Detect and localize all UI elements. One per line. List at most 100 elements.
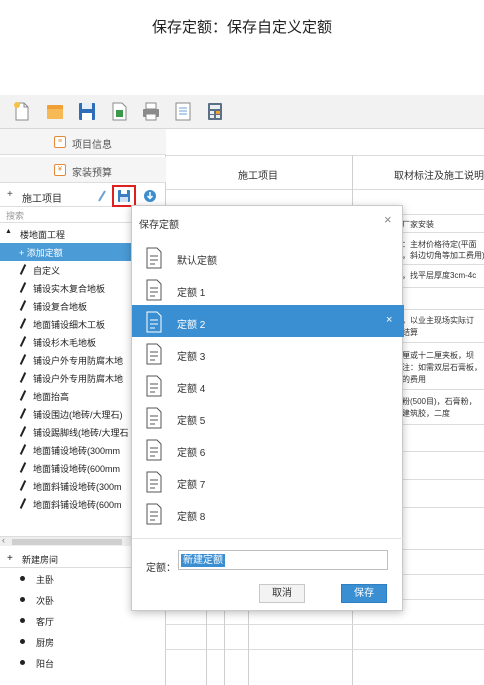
tree-item-label: 铺设踢脚线(地砖/大理石 [33, 428, 129, 438]
excel-icon[interactable] [109, 101, 129, 122]
pen-icon [19, 300, 27, 311]
page-title: 保存定额：保存自定义定额 [151, 19, 332, 36]
tree-item-label: 地面斜铺设地砖(300m [33, 482, 122, 492]
tree-item-label: 铺设户外专用防腐木地 [33, 356, 124, 366]
delete-quota-icon[interactable]: × [386, 314, 392, 326]
bullet-icon [20, 576, 25, 581]
pen-icon [19, 462, 27, 473]
pen-icon [19, 426, 27, 437]
tree-item-label: 地面抬高 [33, 392, 70, 402]
cell-text: 的费用 [402, 375, 426, 384]
tree-item-label: 地面斜铺设地砖(600m [33, 500, 122, 510]
quota-option-label: 定额 5 [177, 416, 206, 427]
quota-option-3[interactable]: 定额 3 [132, 337, 404, 369]
quota-option-label: 定额 6 [177, 448, 206, 459]
open-folder-icon[interactable] [45, 101, 65, 122]
cell-text: ：主材价格待定(平面 [402, 240, 477, 249]
room-item[interactable]: 厨房 [0, 633, 166, 651]
save-quota-dialog: 保存定额 × 默认定额 定额 1 定额 2 × 定额 3 定额 4 定额 5 定… [131, 205, 404, 611]
cell-text: 注：如需双层石膏板， [402, 363, 482, 372]
column-header-material-notes[interactable]: 取材标注及施工说明 [394, 167, 484, 182]
room-label: 主卧 [36, 575, 55, 585]
tab-label: 家装预算 [72, 168, 112, 179]
tree-item-label: 自定义 [33, 266, 61, 276]
tree-item-label: 铺设实木复合地板 [33, 284, 106, 294]
collapse-toggle[interactable]: ▲ [5, 228, 12, 235]
room-item[interactable]: 阳台 [0, 654, 166, 668]
cell-text: 结算 [402, 328, 418, 337]
pen-icon [19, 480, 27, 491]
calculator-icon[interactable] [205, 101, 225, 122]
tab-label: 项目信息 [72, 140, 112, 151]
quota-option-7[interactable]: 定额 7 [132, 465, 404, 497]
quota-option-1[interactable]: 定额 1 [132, 273, 404, 305]
room-item[interactable]: 客厅 [0, 612, 166, 630]
section-label: 新建房间 [22, 555, 59, 565]
scroll-left-icon[interactable]: ‹ [2, 535, 5, 545]
quota-option-2[interactable]: 定额 2 × [132, 305, 404, 337]
room-label: 客厅 [36, 617, 55, 627]
cell-text: ，以业主现场实际订 [402, 316, 474, 325]
quota-option-5[interactable]: 定额 5 [132, 401, 404, 433]
cancel-button[interactable]: 取消 [259, 584, 305, 603]
quota-name-label: 定额： [146, 563, 176, 574]
edit-icon[interactable] [96, 189, 108, 203]
column-header-construction-item[interactable]: 施工项目 [238, 167, 278, 182]
bullet-icon [20, 660, 25, 665]
cell-text: 厂家安装 [402, 220, 434, 229]
save-icon[interactable] [117, 189, 131, 203]
pen-icon [19, 498, 27, 509]
dialog-title: 保存定额 [139, 220, 179, 231]
close-icon[interactable]: × [384, 212, 392, 227]
pen-icon [19, 282, 27, 293]
pen-icon [19, 354, 27, 365]
cell-text: 厘或十二厘夹板，坝 [402, 351, 474, 360]
document-icon [146, 247, 162, 269]
cell-text: 粉(500目)，石膏粉， [402, 397, 477, 406]
section-label: 施工项目 [22, 194, 62, 205]
room-label: 阳台 [36, 659, 55, 668]
download-icon[interactable] [143, 189, 157, 203]
bullet-icon [20, 597, 25, 602]
budget-icon: ¥ [54, 164, 66, 176]
tree-item-label: 地面铺设细木工板 [33, 320, 106, 330]
quota-option-label: 定额 7 [177, 480, 206, 491]
quota-name-value[interactable]: 新建定额 [181, 554, 225, 567]
expand-toggle[interactable]: + [7, 189, 13, 200]
bullet-icon [20, 639, 25, 644]
pen-icon [19, 318, 27, 329]
app-window: ≡ 项目信息 ¥ 家装预算 + 施工项目 搜索 ▲ 楼地面工程 + 添加定额 自… [0, 95, 484, 685]
save-disk-icon[interactable] [77, 101, 97, 122]
cell-text: ，找平层厚度3cm-4c [402, 271, 477, 280]
expand-toggle[interactable]: + [7, 553, 13, 564]
document-icon [146, 439, 162, 461]
tree-item-label: 地面铺设地砖(300mm [33, 446, 121, 456]
pen-icon [19, 390, 27, 401]
tree-group-label: 楼地面工程 [20, 230, 66, 240]
quota-option-8[interactable]: 定额 8 [132, 497, 404, 529]
quota-option-label: 定额 8 [177, 512, 206, 523]
tree-item-label: 铺设户外专用防腐木地 [33, 374, 124, 384]
quota-option-6[interactable]: 定额 6 [132, 433, 404, 465]
room-label: 次卧 [36, 596, 55, 606]
quota-option-4[interactable]: 定额 4 [132, 369, 404, 401]
print-icon[interactable] [141, 101, 161, 122]
quota-option-default[interactable]: 默认定额 [132, 241, 404, 273]
pen-icon [19, 444, 27, 455]
document-icon [146, 375, 162, 397]
tab-budget[interactable]: ¥ 家装预算 [0, 157, 166, 183]
save-button[interactable]: 保存 [341, 584, 387, 603]
document-icon [146, 503, 162, 525]
list-icon[interactable] [173, 101, 193, 122]
document-icon [146, 343, 162, 365]
room-label: 厨房 [36, 638, 55, 648]
quota-option-label: 默认定额 [177, 256, 217, 267]
bullet-icon [20, 618, 25, 623]
new-file-icon[interactable] [12, 101, 32, 122]
scroll-thumb[interactable] [12, 539, 122, 545]
quota-option-label: 定额 4 [177, 384, 206, 395]
toolbar [0, 95, 484, 129]
pen-icon [19, 264, 27, 275]
pen-icon [19, 336, 27, 347]
tab-project-info[interactable]: ≡ 项目信息 [0, 129, 166, 155]
